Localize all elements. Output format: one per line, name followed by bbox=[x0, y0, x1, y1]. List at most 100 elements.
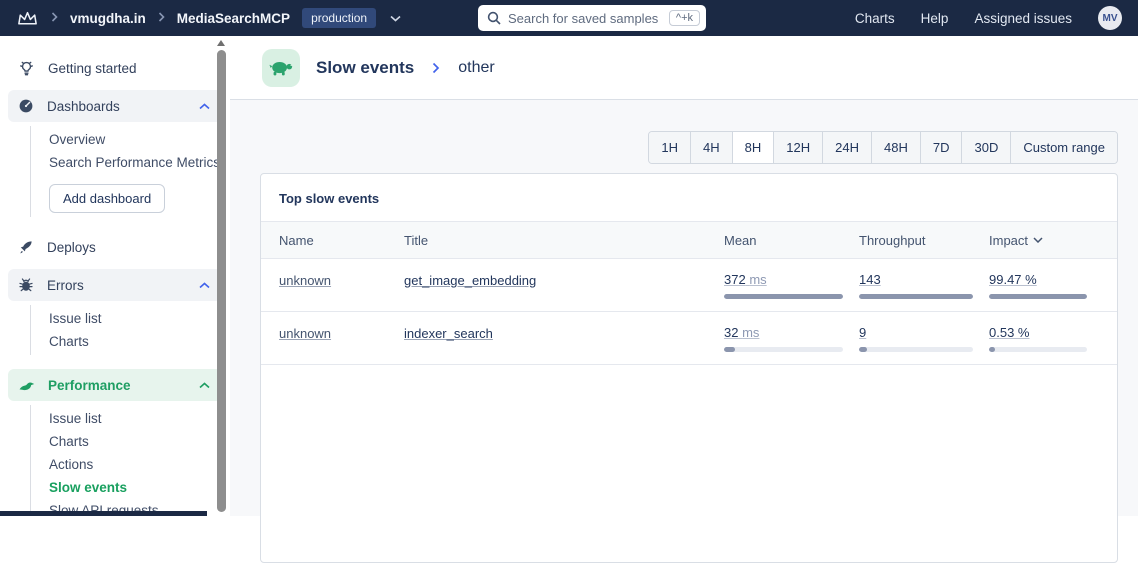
throughput-bar bbox=[859, 294, 973, 299]
mean-cell: 32 ms bbox=[724, 325, 859, 352]
chevron-up-icon bbox=[199, 382, 210, 389]
impact-value-link[interactable]: 99.47 % bbox=[989, 272, 1087, 287]
breadcrumb-org[interactable]: vmugdha.in bbox=[70, 11, 146, 26]
mean-value-link[interactable]: 32 ms bbox=[724, 325, 843, 340]
column-header-throughput[interactable]: Throughput bbox=[859, 233, 989, 248]
column-header-name[interactable]: Name bbox=[279, 233, 404, 248]
chevron-up-icon bbox=[199, 282, 210, 289]
search-box[interactable]: ^+k bbox=[478, 5, 706, 31]
sidebar-item-perf-actions[interactable]: Actions bbox=[31, 453, 230, 476]
lightbulb-icon bbox=[18, 60, 35, 77]
breadcrumb-current: other bbox=[458, 59, 494, 77]
page-title: Slow events bbox=[316, 58, 414, 78]
chevron-right-icon bbox=[51, 12, 58, 25]
environment-badge[interactable]: production bbox=[302, 8, 376, 28]
panel-title: Top slow events bbox=[261, 174, 1117, 222]
sidebar-sublist-dashboards: Overview Search Performance Metrics Add … bbox=[30, 126, 230, 217]
search-icon bbox=[487, 11, 501, 25]
topbar: vmugdha.in MediaSearchMCP production ^+k… bbox=[0, 0, 1138, 36]
time-range-24h[interactable]: 24H bbox=[822, 132, 871, 163]
topbar-link-charts[interactable]: Charts bbox=[855, 11, 895, 26]
sidebar-item-errors-charts[interactable]: Charts bbox=[31, 330, 230, 353]
impact-bar bbox=[989, 294, 1087, 299]
time-range-8h[interactable]: 8H bbox=[732, 132, 774, 163]
impact-cell: 99.47 % bbox=[989, 272, 1103, 299]
chevron-down-icon[interactable] bbox=[390, 15, 401, 22]
top-slow-events-panel: Top slow events Name Title Mean Throughp… bbox=[260, 173, 1118, 563]
vertical-scrollbar-thumb[interactable] bbox=[217, 50, 226, 512]
avatar[interactable]: MV bbox=[1098, 6, 1122, 30]
time-range-custom[interactable]: Custom range bbox=[1010, 132, 1117, 163]
search-input[interactable] bbox=[508, 11, 669, 26]
sidebar-section-dashboards[interactable]: Dashboards bbox=[8, 90, 222, 122]
column-header-impact[interactable]: Impact bbox=[989, 233, 1103, 248]
bug-icon bbox=[18, 277, 34, 293]
main-area: Slow events other 1H 4H 8H 12H 24H 48H 7… bbox=[230, 36, 1138, 516]
throughput-value-link[interactable]: 143 bbox=[859, 272, 973, 287]
add-dashboard-button[interactable]: Add dashboard bbox=[49, 184, 165, 213]
time-range-selector: 1H 4H 8H 12H 24H 48H 7D 30D Custom range bbox=[648, 131, 1118, 164]
topbar-link-help[interactable]: Help bbox=[921, 11, 949, 26]
sidebar-section-errors[interactable]: Errors bbox=[8, 269, 222, 301]
sidebar-section-label: Dashboards bbox=[47, 99, 120, 114]
sidebar-item-search-performance-metrics[interactable]: Search Performance Metrics bbox=[31, 151, 230, 174]
topbar-links: Charts Help Assigned issues MV bbox=[855, 6, 1122, 30]
page-header: Slow events other bbox=[230, 36, 1138, 100]
table-header-row: Name Title Mean Throughput Impact bbox=[261, 222, 1117, 259]
event-name-link[interactable]: unknown bbox=[279, 326, 331, 341]
event-title-link[interactable]: get_image_embedding bbox=[404, 273, 536, 288]
throughput-cell: 9 bbox=[859, 325, 989, 352]
impact-value-link[interactable]: 0.53 % bbox=[989, 325, 1087, 340]
sidebar-item-label: Getting started bbox=[48, 61, 137, 76]
topbar-link-assigned-issues[interactable]: Assigned issues bbox=[974, 11, 1072, 26]
sidebar-item-deploys[interactable]: Deploys bbox=[0, 231, 230, 263]
sidebar-section-label: Errors bbox=[47, 278, 84, 293]
sidebar-section-label: Performance bbox=[48, 378, 131, 393]
time-range-12h[interactable]: 12H bbox=[773, 132, 822, 163]
sidebar-item-errors-issue-list[interactable]: Issue list bbox=[31, 307, 230, 330]
sidebar: Getting started Dashboards Overview Sear… bbox=[0, 36, 230, 516]
topbar-breadcrumb: vmugdha.in MediaSearchMCP production bbox=[16, 8, 401, 28]
time-range-4h[interactable]: 4H bbox=[690, 132, 732, 163]
mean-cell: 372 ms bbox=[724, 272, 859, 299]
sidebar-item-perf-issue-list[interactable]: Issue list bbox=[31, 407, 230, 430]
sidebar-item-overview[interactable]: Overview bbox=[31, 128, 230, 151]
mean-bar bbox=[724, 347, 843, 352]
table-row: unknown get_image_embedding 372 ms 143 9… bbox=[261, 259, 1117, 312]
column-header-title[interactable]: Title bbox=[404, 233, 724, 248]
keyboard-shortcut-badge: ^+k bbox=[669, 10, 700, 26]
sidebar-item-perf-charts[interactable]: Charts bbox=[31, 430, 230, 453]
throughput-bar bbox=[859, 347, 973, 352]
column-header-mean[interactable]: Mean bbox=[724, 233, 859, 248]
chevron-up-icon bbox=[199, 103, 210, 110]
sidebar-section-performance[interactable]: Performance bbox=[8, 369, 222, 401]
event-title-link[interactable]: indexer_search bbox=[404, 326, 493, 341]
time-range-1h[interactable]: 1H bbox=[649, 132, 690, 163]
sidebar-sublist-performance: Issue list Charts Actions Slow events Sl… bbox=[30, 405, 230, 516]
scrollbar-up-arrow[interactable] bbox=[217, 40, 225, 46]
bird-icon bbox=[18, 378, 35, 393]
turtle-icon bbox=[262, 49, 300, 87]
mean-value-link[interactable]: 372 ms bbox=[724, 272, 843, 287]
sidebar-sublist-errors: Issue list Charts bbox=[30, 305, 230, 355]
horizontal-scrollbar-thumb[interactable] bbox=[0, 511, 207, 516]
breadcrumb-chevron-icon bbox=[432, 62, 440, 74]
throughput-cell: 143 bbox=[859, 272, 989, 299]
time-range-48h[interactable]: 48H bbox=[871, 132, 920, 163]
impact-cell: 0.53 % bbox=[989, 325, 1103, 352]
table-row: unknown indexer_search 32 ms 9 0.53 % bbox=[261, 312, 1117, 365]
time-range-7d[interactable]: 7D bbox=[920, 132, 962, 163]
sidebar-item-getting-started[interactable]: Getting started bbox=[0, 52, 230, 84]
throughput-value-link[interactable]: 9 bbox=[859, 325, 973, 340]
sidebar-item-label: Deploys bbox=[47, 240, 96, 255]
event-name-link[interactable]: unknown bbox=[279, 273, 331, 288]
time-range-30d[interactable]: 30D bbox=[961, 132, 1010, 163]
rocket-icon bbox=[18, 239, 34, 255]
gauge-icon bbox=[18, 98, 34, 114]
scoutapm-logo-icon[interactable] bbox=[16, 9, 39, 27]
chevron-right-icon bbox=[158, 12, 165, 25]
time-range-row: 1H 4H 8H 12H 24H 48H 7D 30D Custom range bbox=[230, 100, 1138, 164]
breadcrumb-app[interactable]: MediaSearchMCP bbox=[177, 11, 290, 26]
mean-bar bbox=[724, 294, 843, 299]
sidebar-item-perf-slow-events[interactable]: Slow events bbox=[31, 476, 230, 499]
